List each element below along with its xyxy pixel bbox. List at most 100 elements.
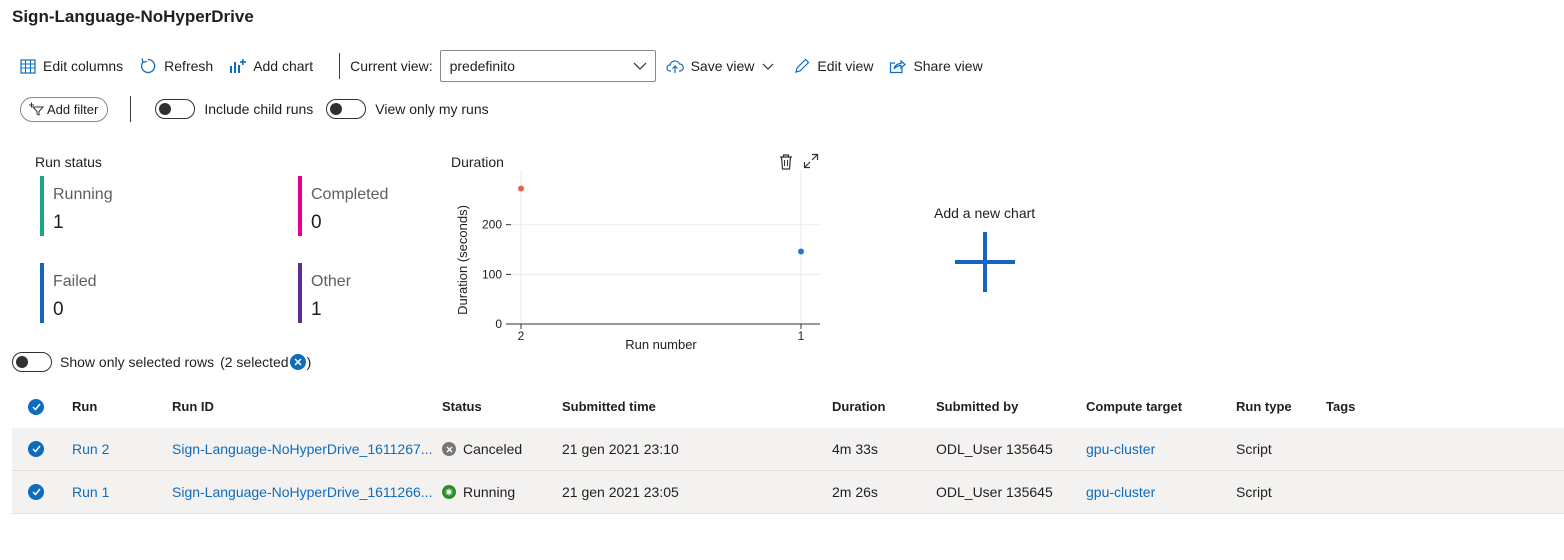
add-filter-button[interactable]: Add filter (20, 96, 109, 122)
pencil-icon (795, 58, 810, 73)
check-icon (28, 398, 44, 415)
check-icon (28, 441, 44, 457)
col-run-id[interactable]: Run ID (172, 385, 214, 428)
col-submitted-by[interactable]: Submitted by (936, 385, 1018, 428)
y-axis-label: Duration (seconds) (455, 205, 470, 315)
view-only-my-runs-toggle[interactable] (326, 99, 367, 119)
view-only-my-runs-label: View only my runs (375, 101, 489, 117)
add-new-chart-tile[interactable]: Add a new chart (934, 205, 1044, 305)
status-other-bar (298, 263, 302, 323)
add-chart-button[interactable]: Add chart (221, 50, 321, 82)
toolbar-divider (339, 53, 341, 79)
status-failed-value: 0 (53, 299, 64, 320)
y-tick-label: 0 (495, 317, 502, 331)
duration: 4m 33s (832, 441, 878, 457)
cloud-upload-icon (666, 59, 684, 73)
select-all-checkbox[interactable] (28, 385, 44, 428)
compute-target-link[interactable]: gpu-cluster (1086, 471, 1155, 513)
edit-view-label: Edit view (817, 58, 874, 74)
save-view-button[interactable]: Save view (658, 50, 783, 82)
selected-count: ( 2 selected ) (220, 354, 311, 370)
table-icon (20, 58, 36, 74)
status-completed-bar (298, 176, 302, 236)
include-child-runs-toggle[interactable] (155, 99, 196, 119)
plus-icon[interactable] (954, 231, 1016, 293)
col-run-type[interactable]: Run type (1236, 385, 1292, 428)
add-filter-label: Add filter (47, 101, 99, 117)
toolbar: Edit columns Refresh Add chart Current v… (12, 48, 991, 84)
current-view-value: predefinito (449, 58, 515, 74)
col-run[interactable]: Run (72, 385, 97, 428)
run-id-link[interactable]: Sign-Language-NoHyperDrive_1611267... (172, 428, 432, 470)
selected-count-close: ) (306, 354, 312, 370)
data-point-run-1[interactable] (798, 248, 804, 255)
row-checkbox[interactable] (28, 428, 44, 470)
include-child-runs-label: Include child runs (204, 101, 314, 117)
status-completed-value: 0 (311, 212, 322, 233)
submitted-by: ODL_User 135645 (936, 484, 1053, 500)
share-view-button[interactable]: Share view (881, 50, 990, 82)
table-header: Run Run ID Status Submitted time Duratio… (12, 385, 1564, 428)
filter-row: Add filter Include child runs View only … (20, 95, 502, 123)
run-link[interactable]: Run 1 (72, 471, 109, 513)
refresh-label: Refresh (164, 58, 214, 74)
col-compute-target[interactable]: Compute target (1086, 385, 1182, 428)
run-type: Script (1236, 484, 1272, 500)
col-status[interactable]: Status (442, 385, 482, 428)
filter-divider (130, 96, 132, 122)
y-tick-label: 200 (482, 218, 502, 232)
run-link[interactable]: Run 2 (72, 428, 109, 470)
bar-chart-icon (230, 59, 247, 73)
status-text: Canceled (463, 441, 523, 457)
table-row[interactable]: Run 2 Sign-Language-NoHyperDrive_1611267… (12, 428, 1564, 471)
row-checkbox[interactable] (28, 471, 44, 513)
submitted-by: ODL_User 135645 (936, 441, 1053, 457)
run-type: Script (1236, 441, 1272, 457)
edit-columns-button[interactable]: Edit columns (12, 50, 131, 82)
col-duration[interactable]: Duration (832, 385, 885, 428)
status-cell: Running (442, 471, 515, 513)
selected-count-text: 2 selected (224, 354, 289, 370)
run-id-link[interactable]: Sign-Language-NoHyperDrive_1611266... (172, 471, 432, 513)
status-failed-name: Failed (53, 273, 97, 290)
data-point-run-2[interactable] (518, 185, 524, 192)
chevron-down-icon (633, 62, 647, 70)
add-new-chart-label: Add a new chart (934, 205, 1036, 221)
run-status-title: Run status (35, 154, 102, 170)
status-cell: Canceled (442, 428, 522, 470)
refresh-icon (141, 58, 156, 74)
table-row[interactable]: Run 1 Sign-Language-NoHyperDrive_1611266… (12, 471, 1564, 514)
clear-selection-icon[interactable] (289, 354, 306, 370)
canceled-icon (442, 442, 456, 456)
running-icon (442, 485, 456, 499)
duration: 2m 26s (832, 484, 878, 500)
col-submitted-time[interactable]: Submitted time (562, 385, 656, 428)
status-running-name: Running (53, 186, 113, 203)
status-failed: Failed 0 (40, 263, 260, 323)
show-only-selected-toggle[interactable] (12, 352, 52, 372)
x-axis-label: Run number (625, 337, 697, 352)
share-icon (890, 59, 907, 73)
status-other-name: Other (311, 273, 352, 290)
refresh-button[interactable]: Refresh (131, 50, 221, 82)
save-view-label: Save view (690, 58, 755, 74)
y-tick-label: 100 (482, 267, 502, 281)
status-text: Running (463, 484, 516, 500)
status-running-value: 1 (53, 212, 64, 233)
status-running-bar (40, 176, 44, 236)
status-completed-name: Completed (311, 186, 389, 203)
current-view-dropdown[interactable]: predefinito (439, 50, 656, 82)
edit-columns-label: Edit columns (43, 58, 124, 74)
filter-add-icon (29, 102, 44, 116)
chart-plot: 0 100 200 2 1 Run number Duration (seconds) (455, 170, 820, 352)
add-chart-label: Add chart (253, 58, 314, 74)
runs-table: Run Run ID Status Submitted time Duratio… (12, 385, 1564, 514)
show-only-selected-label: Show only selected rows (60, 354, 215, 370)
duration-chart: Duration 0 100 200 21 Run number Duration … (448, 150, 828, 360)
compute-target-link[interactable]: gpu-cluster (1086, 428, 1155, 470)
page-title: Sign-Language-NoHyperDrive (12, 7, 254, 26)
selected-rows-bar: Show only selected rows ( 2 selected ) (12, 351, 311, 373)
col-tags[interactable]: Tags (1326, 385, 1355, 428)
submitted-time: 21 gen 2021 23:10 (562, 441, 679, 457)
edit-view-button[interactable]: Edit view (786, 50, 881, 82)
